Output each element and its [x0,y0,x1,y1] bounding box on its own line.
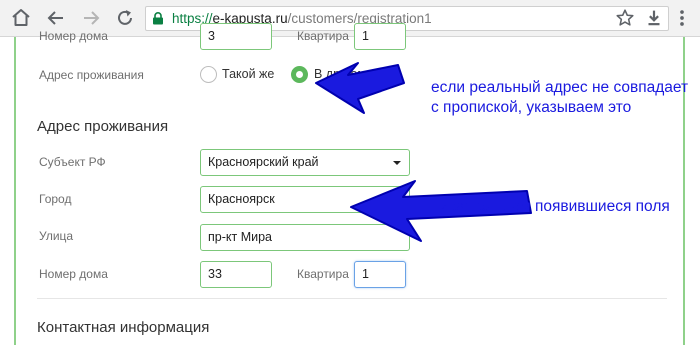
back-arrow-icon[interactable] [44,6,68,30]
top-apt-label: Квартира [297,29,349,43]
lock-icon [153,12,163,25]
download-icon[interactable] [643,7,665,29]
region-select[interactable]: Красноярский край [200,149,410,176]
reload-icon[interactable] [113,6,137,30]
radio-same-label: Такой же [222,67,275,81]
house-label: Номер дома [39,267,108,281]
top-apt-value: 1 [362,29,369,43]
residence-choice-label: Адрес проживания [39,68,144,82]
street-value: пр-кт Мира [208,230,272,244]
street-label: Улица [39,229,74,243]
annotation-arrow-radio [315,62,405,114]
bookmark-star-icon[interactable] [614,7,636,29]
home-icon[interactable] [9,6,33,30]
apt-input[interactable]: 1 [354,261,406,288]
annotation-note-line2: с пропиской, указываем это [431,99,632,116]
residence-section-title: Адрес проживания [37,118,169,135]
city-label: Город [39,192,72,206]
more-menu-icon[interactable] [671,7,693,29]
region-label: Субъект РФ [39,155,106,169]
section-divider [37,298,667,299]
apt-label: Квартира [297,267,349,281]
radio-same-address[interactable] [200,66,217,83]
city-value: Красноярск [208,192,275,206]
top-house-label: Номер дома [39,29,108,43]
apt-value: 1 [362,267,369,281]
dropdown-caret-icon [393,161,401,165]
contact-section-title: Контактная информация [37,319,210,336]
top-apt-input[interactable]: 1 [354,23,406,50]
house-input[interactable]: 33 [200,261,272,288]
house-value: 33 [208,267,222,281]
annotation-note-fill: и заполняем появившиеся поля [440,198,670,215]
region-value: Красноярский край [208,155,319,169]
top-house-input[interactable]: 3 [200,23,272,50]
forward-arrow-icon[interactable] [79,6,103,30]
top-house-value: 3 [208,29,215,43]
radio-other-address[interactable] [291,66,308,83]
annotation-note-line1: если реальный адрес не совпадает [431,79,689,96]
